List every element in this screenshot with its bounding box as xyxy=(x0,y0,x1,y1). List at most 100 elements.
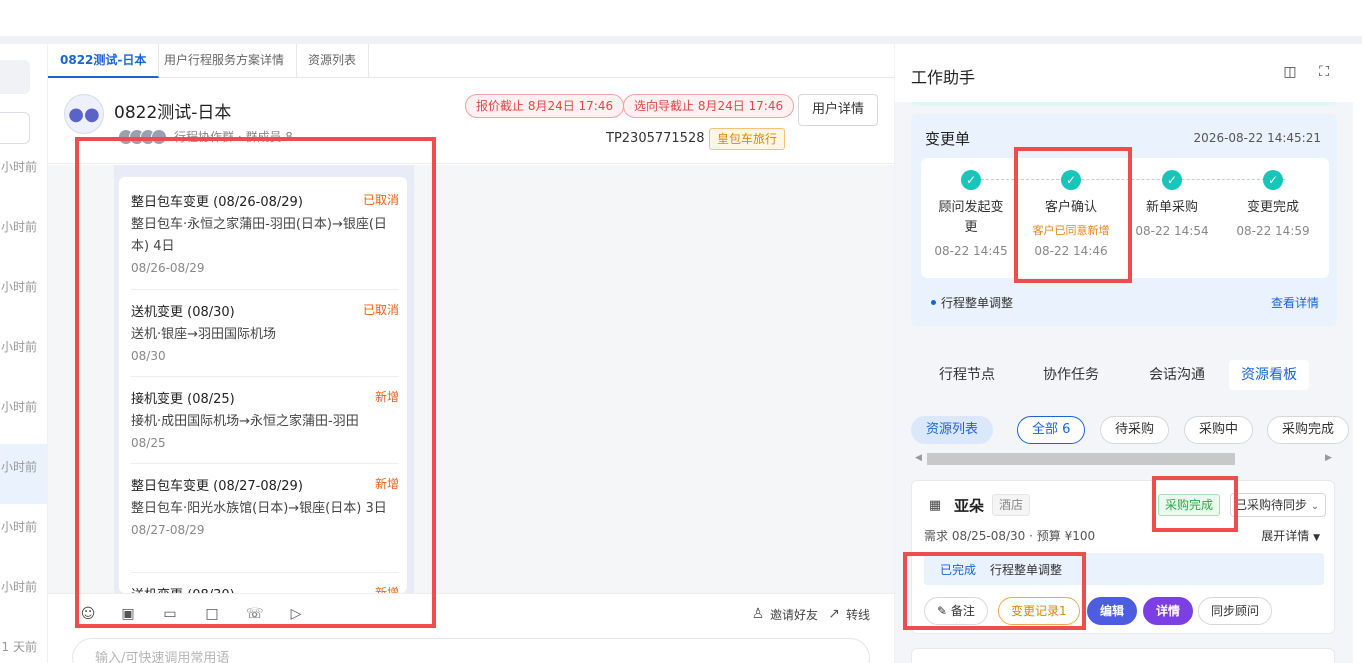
video-icon[interactable]: ▷ xyxy=(288,606,304,622)
edit-button[interactable]: 编辑 xyxy=(1087,597,1138,625)
change-order-title: 变更单 xyxy=(925,130,971,148)
image-icon[interactable]: ▣ xyxy=(120,606,136,622)
status-badge: 新增 xyxy=(374,390,399,404)
list-item: 接机变更 (08/25) 新增 接机·成田国际机场→永恒之家蒲田-羽田 08/2… xyxy=(131,388,399,450)
collapse-panel-icon[interactable]: ◫ xyxy=(1282,64,1298,80)
item-body: 送机·银座→羽田国际机场 xyxy=(131,327,277,342)
emoji-icon[interactable]: ☺ xyxy=(80,606,96,622)
list-item-time: 小时前 xyxy=(0,520,37,534)
scroll-left-icon[interactable]: ◀ xyxy=(915,450,922,466)
top-bar xyxy=(0,0,1362,36)
scroll-right-icon[interactable]: ▶ xyxy=(1325,450,1332,466)
edit-pen-icon: ✎ xyxy=(937,604,948,618)
chevron-down-icon: ⌄ xyxy=(1310,501,1320,512)
message-input-wrap xyxy=(72,638,870,663)
scroll-thumb[interactable] xyxy=(927,453,1235,465)
detail-button[interactable]: 详情 xyxy=(1143,597,1194,625)
list-filter-pill[interactable] xyxy=(0,60,30,94)
check-icon: ✓ xyxy=(1162,170,1182,190)
conversation-list: 小时前 小时前 小时前 小时前 小时前 小时前 小时前 小时前 1 天前 xyxy=(0,44,47,663)
message-icon[interactable]: □ xyxy=(204,606,220,622)
chip-purchased[interactable]: 采购完成 xyxy=(1267,416,1350,444)
status-badge: 已取消 xyxy=(362,303,399,317)
chips-scrollbar[interactable]: ◀ ▶ xyxy=(911,450,1337,466)
check-icon: ✓ xyxy=(1061,170,1081,190)
transfer-icon[interactable]: ↗ xyxy=(826,606,842,622)
user-detail-button[interactable]: 用户详情 xyxy=(798,94,878,126)
list-item-time: 小时前 xyxy=(0,160,37,174)
resource-name: 亚朵 xyxy=(954,497,985,515)
message-area: 整日包车变更 (08/26-08/29) 已取消 整日包车·永恒之家蒲田-羽田(… xyxy=(48,165,894,593)
item-date: 08/25 xyxy=(131,436,166,450)
list-search-input[interactable] xyxy=(0,112,30,144)
step-time: 08-22 14:59 xyxy=(1236,224,1310,238)
transfer-button[interactable]: 转线 xyxy=(846,606,870,623)
list-item: 整日包车变更 (08/26-08/29) 已取消 整日包车·永恒之家蒲田-羽田(… xyxy=(131,191,399,275)
resource-demand: 需求 08/25-08/30 · 预算 ¥100 xyxy=(924,529,1096,543)
sync-status-select[interactable]: 已采购待同步 ⌄ xyxy=(1230,493,1326,517)
chip-all[interactable]: 全部 6 xyxy=(1017,416,1086,444)
folder-icon[interactable]: ▭ xyxy=(162,606,178,622)
change-order-time: 2026-08-22 14:45:21 xyxy=(1193,131,1321,145)
group-icon: ●● xyxy=(64,94,104,134)
chip-purchasing[interactable]: 采购中 xyxy=(1184,416,1254,444)
view-detail-link[interactable]: 查看详情 xyxy=(1271,294,1319,311)
expand-detail-button[interactable]: 展开详情 ▼ xyxy=(1261,527,1320,544)
chat-tabs: 0822测试-日本 用户行程服务方案详情 资源列表 xyxy=(48,44,894,78)
tab-service-plan[interactable]: 用户行程服务方案详情 xyxy=(152,44,298,78)
item-date: 08/26-08/29 xyxy=(131,261,205,275)
list-item-time: 小时前 xyxy=(0,580,37,594)
member-count: 行程协作群 · 群成员 8 xyxy=(174,130,293,144)
chip-to-purchase[interactable]: 待采购 xyxy=(1100,416,1170,444)
assistant-title: 工作助手 xyxy=(911,68,976,87)
tab-conversation[interactable]: 会话沟通 xyxy=(1137,360,1217,390)
change-order-footer: 行程整单调整 查看详情 xyxy=(921,290,1329,318)
tab-itinerary-nodes[interactable]: 行程节点 xyxy=(927,360,1007,390)
previous-card-edge xyxy=(911,102,1337,106)
tab-chat[interactable]: 0822测试-日本 xyxy=(48,44,160,78)
caret-down-icon: ▼ xyxy=(1313,533,1320,543)
avatar xyxy=(151,128,167,145)
item-title: 送机变更 (08/30) xyxy=(131,584,399,593)
bullet-icon xyxy=(931,300,936,305)
step-time: 08-22 14:54 xyxy=(1135,224,1209,238)
expand-label: 展开详情 xyxy=(1261,529,1310,543)
resource-type-tag: 酒店 xyxy=(992,494,1031,516)
resource-card: ▦ 亚朵 酒店 采购完成 已采购待同步 ⌄ 需求 08/25-08/30 · 预… xyxy=(911,480,1335,634)
list-item: 送机变更 (08/30) 新增 xyxy=(131,584,399,593)
item-title: 接机变更 (08/25) xyxy=(131,392,235,407)
change-order-card: 变更单 2026-08-22 14:45:21 ✓ 顾问发起变更 08-22 1… xyxy=(911,114,1337,326)
note-button[interactable]: ✎ 备注 xyxy=(924,597,988,625)
item-title: 送机变更 (08/30) xyxy=(131,305,235,320)
hotel-icon: ▦ xyxy=(928,498,942,513)
sync-status-value: 已采购待同步 xyxy=(1235,498,1308,512)
invite-icon[interactable]: ♙ xyxy=(750,606,766,622)
status-badge: 已取消 xyxy=(362,193,399,207)
status-badge: 新增 xyxy=(374,586,399,593)
change-steps: ✓ 顾问发起变更 08-22 14:45 ✓ 客户确认 客户已同意新增 08-2… xyxy=(921,158,1329,278)
tab-collab-tasks[interactable]: 协作任务 xyxy=(1031,360,1111,390)
invite-button[interactable]: 邀请好友 xyxy=(770,606,818,623)
list-item-time: 小时前 xyxy=(0,280,37,294)
sync-advisor-button[interactable]: 同步顾问 xyxy=(1198,597,1273,625)
list-item: 送机变更 (08/30) 已取消 送机·银座→羽田国际机场 08/30 xyxy=(131,301,399,363)
tab-resource-board[interactable]: 资源看板 xyxy=(1229,360,1309,390)
message-input[interactable] xyxy=(73,639,869,663)
fullscreen-icon[interactable]: ⛶ xyxy=(1316,64,1332,80)
change-record-button[interactable]: 变更记录1 xyxy=(998,597,1080,625)
list-item-time: 1 天前 xyxy=(1,640,37,654)
item-title: 整日包车变更 (08/27-08/29) xyxy=(131,479,303,494)
chip-resource-list[interactable]: 资源列表 xyxy=(911,416,994,444)
chat-header: ●● 0822测试-日本 行程协作群 · 群成员 8 报价截止 8月24日 17… xyxy=(48,78,894,164)
assistant-panel: 工作助手 ◫ ⛶ 变更单 2026-08-22 14:45:21 ✓ 顾问发起变… xyxy=(895,44,1353,663)
step-label: 顾问发起变更 xyxy=(938,200,1004,235)
item-date: 08/30 xyxy=(131,349,166,363)
phone-icon[interactable]: ☏ xyxy=(246,606,264,622)
list-item: 整日包车变更 (08/27-08/29) 新增 整日包车·阳光水族馆(日本)→银… xyxy=(131,475,399,537)
item-body: 整日包车·永恒之家蒲田-羽田(日本)→银座(日本) 4日 xyxy=(131,217,387,254)
member-avatars[interactable]: 行程协作群 · 群成员 8 xyxy=(118,128,293,145)
page-scrollbar[interactable] xyxy=(1353,44,1362,663)
step-label: 客户确认 xyxy=(1044,200,1097,215)
done-label: 已完成 xyxy=(940,563,977,577)
tab-resource-list[interactable]: 资源列表 xyxy=(296,44,370,78)
